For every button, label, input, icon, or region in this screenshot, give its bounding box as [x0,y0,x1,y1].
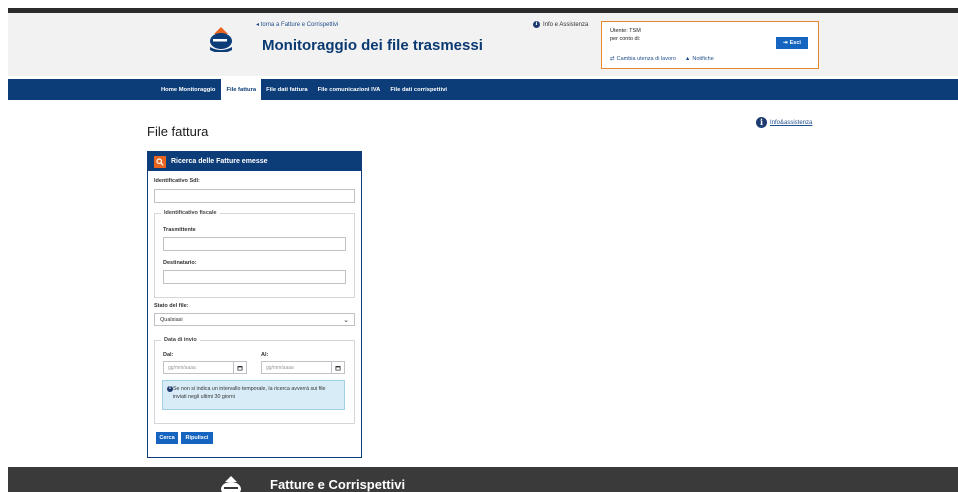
calendar-icon[interactable] [233,362,246,373]
fiscal-id-fieldset: Identificativo fiscale Trasmittente Dest… [154,210,355,298]
main-nav: Home Monitoraggio File fattura File dati… [8,79,958,100]
alert-text: Se non si indica un intervallo temporale… [173,386,326,400]
date-to-placeholder: gg/mm/aaaa [266,364,294,371]
info-icon: i [167,386,173,392]
info-icon: i [533,21,540,28]
app-title: Monitoraggio dei file trasmessi [262,37,483,54]
notifications-label: Notifiche [692,56,714,62]
user-box: Utente: TSM per conto di: ⇥ Esci ⇄ Cambi… [601,21,819,69]
panel-title: Ricerca delle Fatture emesse [171,158,268,165]
calendar-icon[interactable] [331,362,344,373]
info-link-label: Info e Assistenza [543,21,589,28]
search-panel: Ricerca delle Fatture emesse Identificat… [147,151,362,458]
agenzia-entrate-logo[interactable] [206,26,236,52]
sdi-input[interactable] [154,189,355,203]
page: ◂ torna a Fatture e Corrispettivi Monito… [0,0,958,492]
on-behalf-label: per conto di: [610,36,641,42]
date-legend: Data di invio [161,337,200,343]
bell-icon: ▲ [684,56,691,62]
footer-title: Fatture e Corrispettivi [270,477,406,492]
page-title: File fattura [147,124,209,139]
recipient-input[interactable] [163,270,346,284]
agenzia-entrate-logo [221,476,241,492]
change-utility-label: Cambia utenza di lavoro [616,56,676,62]
notifications-link[interactable]: ▲ Notifiche [685,56,714,62]
recipient-label: Destinatario: [163,260,197,266]
fiscal-id-legend: Identificativo fiscale [161,210,220,216]
sdi-label: Identificativo SdI: [154,178,200,184]
info-assistance-link[interactable]: i Info e Assistenza [533,21,588,28]
from-label: Dal: [163,352,174,358]
info-icon: i [756,117,767,128]
date-from-input[interactable]: gg/mm/aaaa [163,361,247,374]
exit-button-label: Esci [789,40,801,46]
nav-file-comunicazioni-iva[interactable]: File comunicazioni IVA [313,79,386,100]
help-link-label: Info&assistenza [770,119,813,126]
sender-input[interactable] [163,237,346,251]
back-link-label: torna a Fatture e Corrispettivi [260,22,339,28]
status-select[interactable]: Qualsiasi ⌄ [154,313,355,326]
help-link[interactable]: i Info&assistenza [756,117,812,128]
info-alert: i Se non si indica un intervallo tempora… [162,380,345,410]
date-to-input[interactable]: gg/mm/aaaa [261,361,345,374]
nav-file-dati-corrispettivi[interactable]: File dati corrispettivi [385,79,452,100]
user-links: ⇄ Cambia utenza di lavoro ▲ Notifiche [610,56,714,62]
change-utility-link[interactable]: ⇄ Cambia utenza di lavoro [610,56,676,62]
panel-header: Ricerca delle Fatture emesse [148,152,361,171]
exit-icon: ⇥ [783,40,788,46]
nav-file-dati-fattura[interactable]: File dati fattura [261,79,313,100]
search-icon [154,155,166,168]
to-label: Al: [261,352,269,358]
status-label: Stato del file: [154,303,189,309]
back-link[interactable]: ◂ torna a Fatture e Corrispettivi [256,21,338,28]
swap-icon: ⇄ [610,56,615,62]
sender-label: Trasmittente [163,227,196,233]
footer: Fatture e Corrispettivi [8,467,958,492]
chevron-down-icon: ⌄ [343,317,349,324]
exit-button[interactable]: ⇥ Esci [776,37,808,49]
date-from-placeholder: gg/mm/aaaa [168,364,196,371]
status-selected-value: Qualsiasi [160,316,183,323]
reset-button[interactable]: Ripulisci [181,432,213,444]
search-button[interactable]: Cerca [156,432,178,444]
arrow-left-icon: ◂ [256,22,260,28]
user-name: Utente: TSM [610,28,641,34]
nav-home-monitoraggio[interactable]: Home Monitoraggio [156,79,220,100]
nav-file-fattura[interactable]: File fattura [220,79,262,100]
